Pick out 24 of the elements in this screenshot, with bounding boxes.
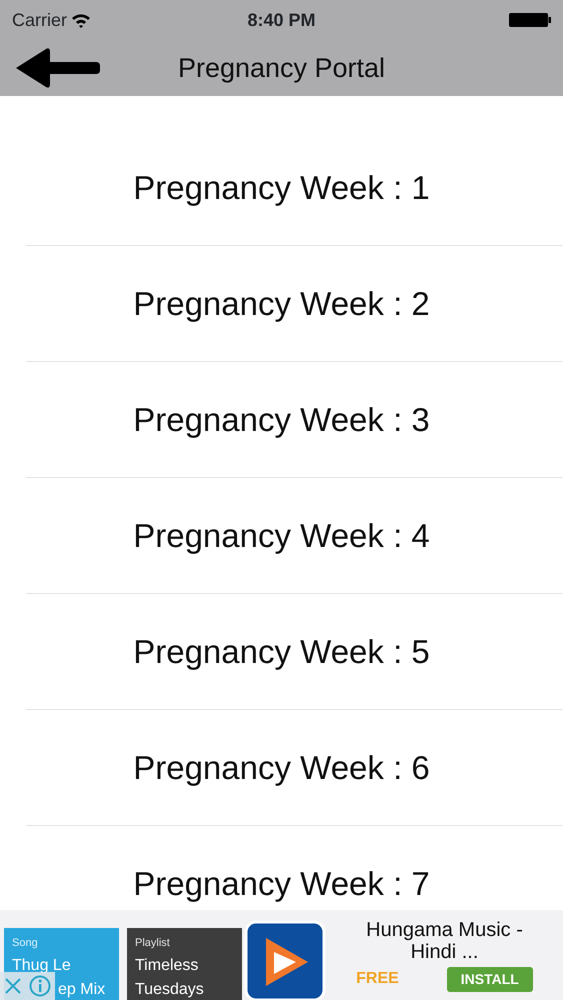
tile-subtitle: Tuesdays xyxy=(135,981,204,998)
clock-time: 8:40 PM xyxy=(247,8,316,32)
carrier-name: Carrier xyxy=(12,8,68,32)
week-item[interactable]: Pregnancy Week : 2 xyxy=(133,278,430,328)
tile-tag: Playlist xyxy=(135,937,170,949)
week-item[interactable]: Pregnancy Week : 4 xyxy=(133,510,430,560)
close-icon[interactable] xyxy=(4,977,22,995)
battery-icon xyxy=(509,12,551,28)
wifi-icon xyxy=(71,12,92,28)
app-name: Hungama Music - Hindi ... xyxy=(365,918,524,962)
page-title: Pregnancy Portal xyxy=(178,52,386,83)
info-icon[interactable] xyxy=(29,975,52,997)
week-item[interactable]: Pregnancy Week : 5 xyxy=(133,626,430,676)
tile-title: Timeless xyxy=(135,957,198,974)
app-logo-icon xyxy=(244,920,326,1000)
tile-title: Thug Le xyxy=(12,957,71,974)
week-item[interactable]: Pregnancy Week : 3 xyxy=(133,394,430,444)
back-button[interactable] xyxy=(16,47,102,89)
week-item[interactable]: Pregnancy Week : 7 xyxy=(133,858,430,908)
week-item[interactable]: Pregnancy Week : 6 xyxy=(133,742,430,792)
week-item[interactable]: Pregnancy Week : 1 xyxy=(133,162,430,212)
tile-subtitle: ep Mix xyxy=(58,980,106,1000)
tile-tag: Song xyxy=(12,937,38,949)
app-price: FREE xyxy=(356,969,399,989)
